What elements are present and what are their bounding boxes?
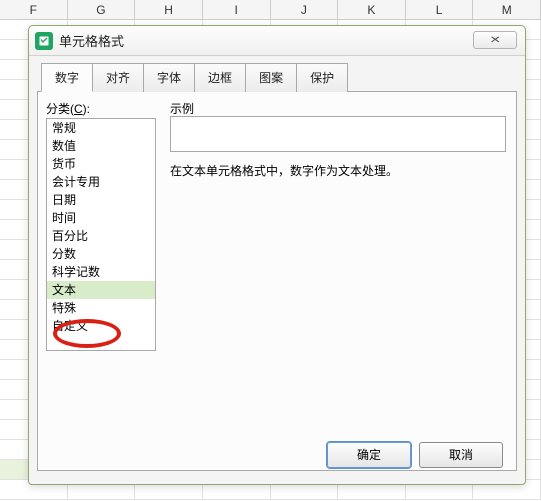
tab-panel-number: 分类(C): 常规数值货币会计专用日期时间百分比分数科学记数文本特殊自定义 示例… [37,91,517,471]
category-item[interactable]: 时间 [47,209,155,227]
column-header-I[interactable]: I [203,0,271,19]
category-label: 分类(C): [46,100,90,117]
app-icon [35,32,53,50]
column-header-row: FGHIJKLM [0,0,541,20]
close-button[interactable]: ✕ [473,31,517,49]
category-label-post: ): [83,102,90,116]
category-item[interactable]: 货币 [47,155,155,173]
dialog-content: 数字对齐字体边框图案保护 分类(C): 常规数值货币会计专用日期时间百分比分数科… [37,62,517,476]
dialog-titlebar: 单元格格式 ✕ [29,26,525,56]
category-item[interactable]: 文本 [47,281,155,299]
preview-label: 示例 [170,100,194,117]
tab-保护[interactable]: 保护 [296,63,348,92]
category-item[interactable]: 特殊 [47,299,155,317]
category-label-hotkey: C [74,102,83,116]
category-item[interactable]: 数值 [47,137,155,155]
category-item[interactable]: 会计专用 [47,173,155,191]
column-header-H[interactable]: H [135,0,203,19]
tab-字体[interactable]: 字体 [143,63,195,92]
category-item[interactable]: 日期 [47,191,155,209]
column-header-L[interactable]: L [406,0,474,19]
dialog-title: 单元格格式 [59,31,124,50]
category-item[interactable]: 科学记数 [47,263,155,281]
category-listbox[interactable]: 常规数值货币会计专用日期时间百分比分数科学记数文本特殊自定义 [46,118,156,351]
format-description: 在文本单元格格式中，数字作为文本处理。 [170,162,506,180]
preview-box [170,116,506,152]
cell-format-dialog: 单元格格式 ✕ 数字对齐字体边框图案保护 分类(C): 常规数值货币会计专用日期… [28,25,526,485]
column-header-F[interactable]: F [0,0,68,19]
tab-图案[interactable]: 图案 [245,63,297,92]
tab-bar: 数字对齐字体边框图案保护 [41,62,517,91]
category-item[interactable]: 常规 [47,119,155,137]
category-item[interactable]: 百分比 [47,227,155,245]
column-header-G[interactable]: G [68,0,136,19]
tab-边框[interactable]: 边框 [194,63,246,92]
category-item[interactable]: 分数 [47,245,155,263]
column-header-J[interactable]: J [271,0,339,19]
ok-button[interactable]: 确定 [327,442,411,468]
cancel-button[interactable]: 取消 [419,442,503,468]
category-label-pre: 分类( [46,102,74,116]
close-icon: ✕ [489,35,501,46]
tab-数字[interactable]: 数字 [41,63,93,92]
category-item[interactable]: 自定义 [47,317,155,335]
column-header-M[interactable]: M [473,0,541,19]
column-header-K[interactable]: K [338,0,406,19]
dialog-button-row: 确定 取消 [327,442,503,468]
tab-对齐[interactable]: 对齐 [92,63,144,92]
